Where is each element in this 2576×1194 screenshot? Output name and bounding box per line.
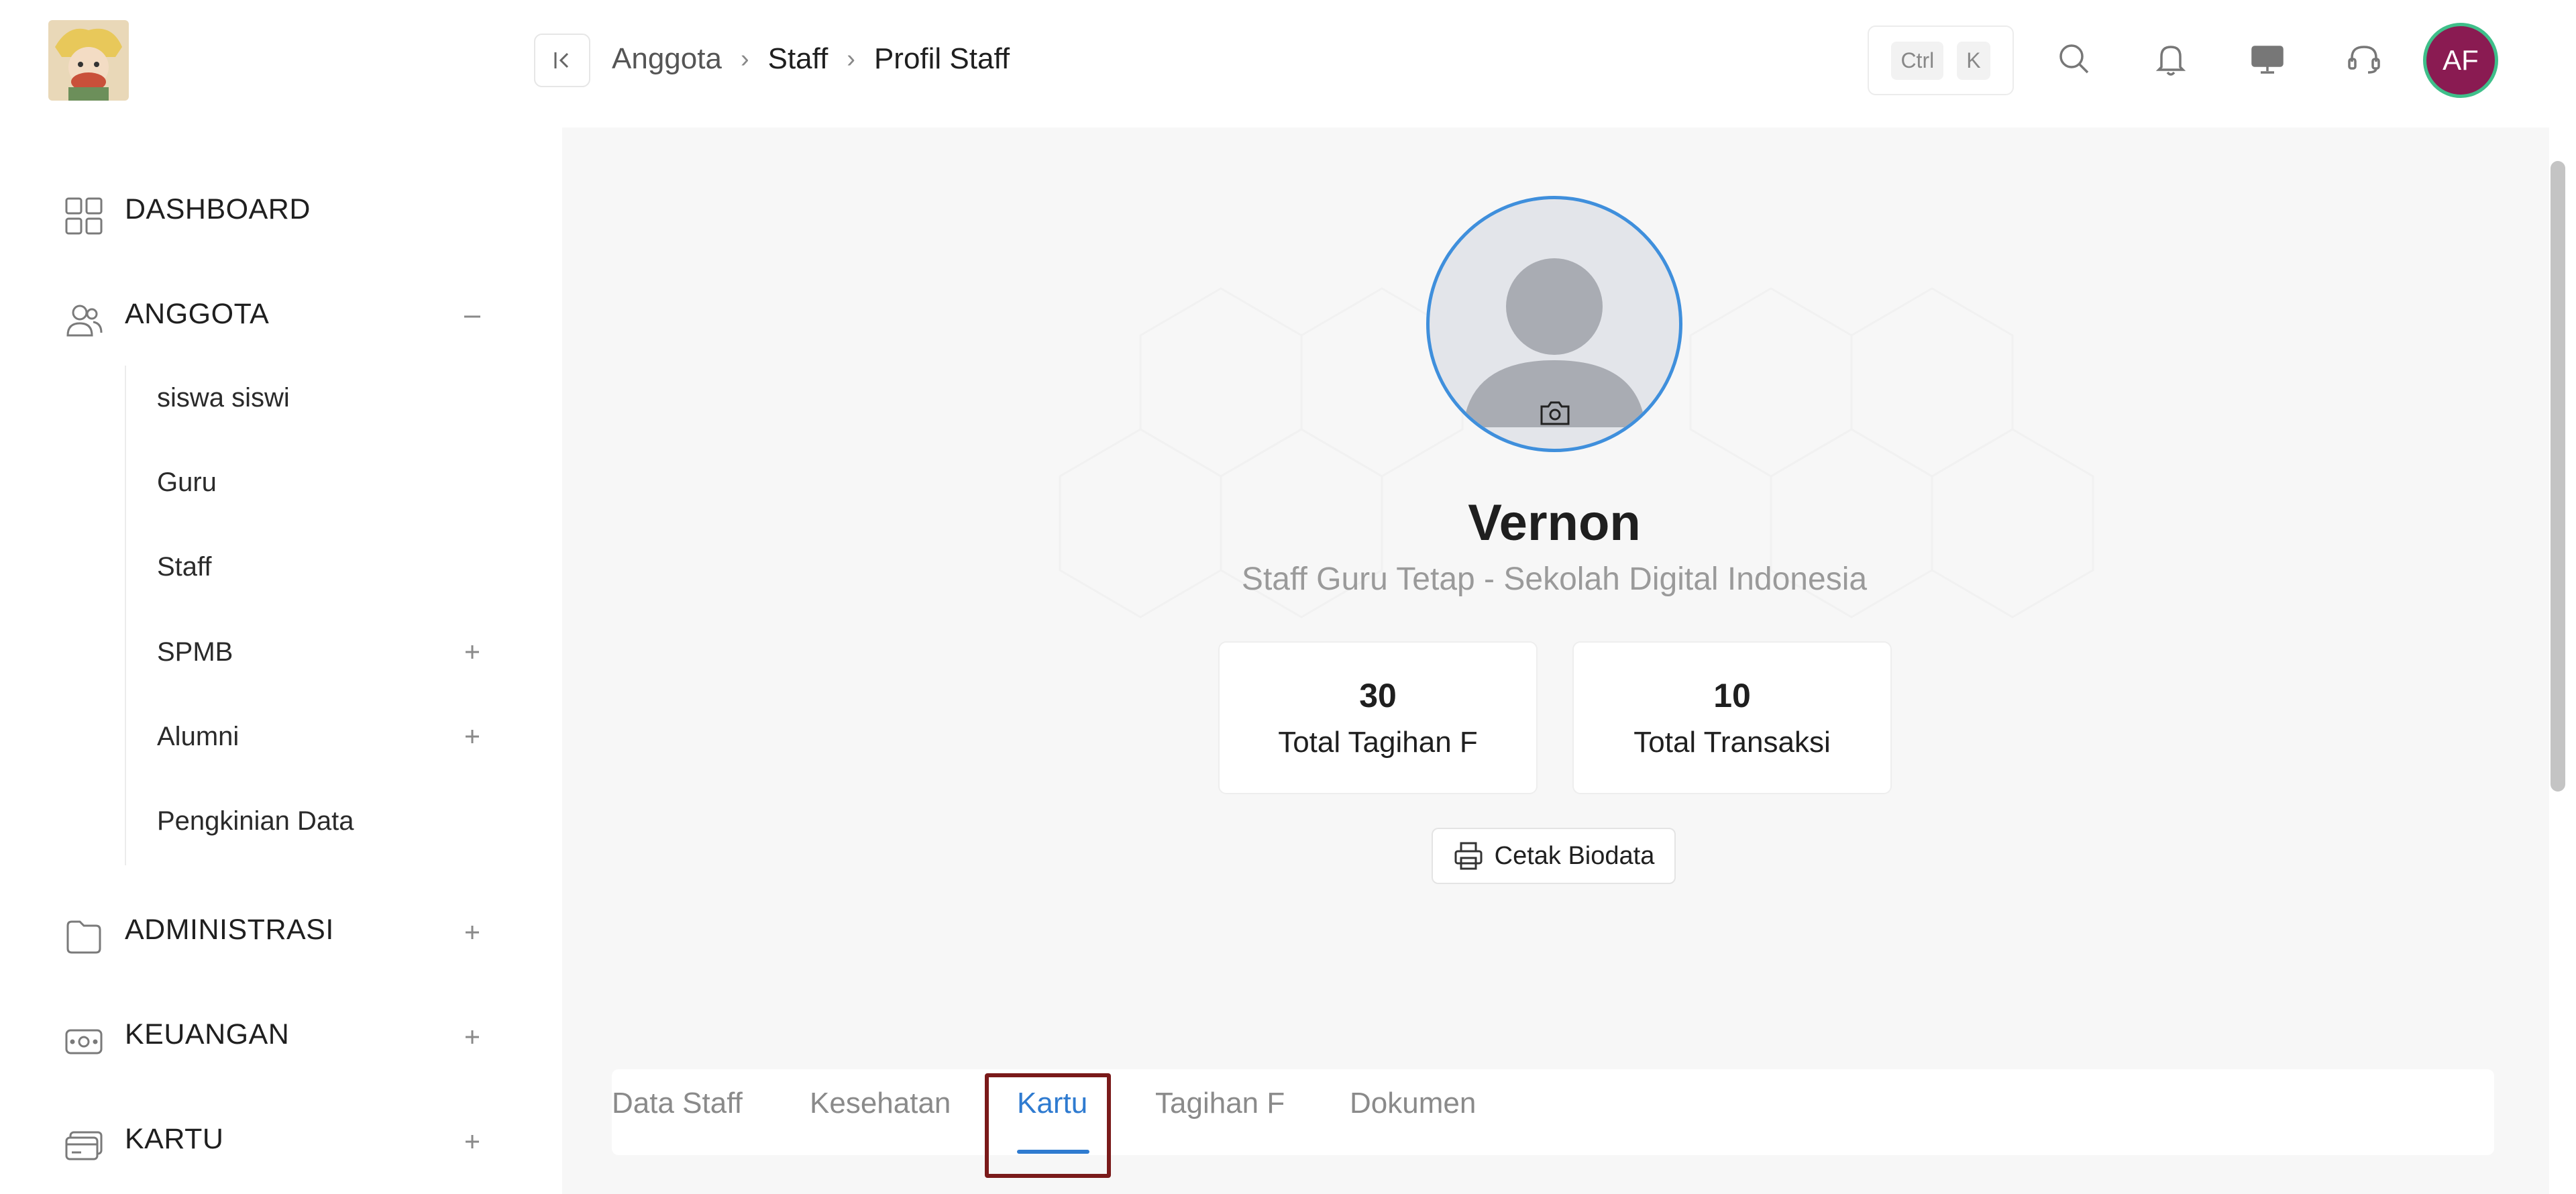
sidebar-subitem-siswa-siswi[interactable]: siswa siswi xyxy=(157,374,506,421)
kbd-ctrl: Ctrl xyxy=(1891,41,1944,80)
vertical-scrollbar[interactable] xyxy=(2551,161,2565,792)
sidebar-subitem-label: Pengkinian Data xyxy=(157,806,354,836)
sidebar-item-administrasi[interactable]: ADMINISTRASI xyxy=(0,903,562,957)
breadcrumb-staff[interactable]: Staff xyxy=(768,42,828,76)
breadcrumb-current: Profil Staff xyxy=(873,42,1010,75)
sidebar-subitem-alumni[interactable]: Alumni xyxy=(157,713,506,760)
bell-icon[interactable] xyxy=(2149,38,2192,80)
sidebar-subitem-label: Staff xyxy=(157,551,212,582)
sidebar-subitem-spmb[interactable]: SPMB xyxy=(157,629,506,675)
sidebar-item-label: KARTU xyxy=(125,1122,224,1155)
stat-label: Total Tagihan F xyxy=(1278,726,1478,759)
stat-label: Total Transaksi xyxy=(1633,726,1831,759)
highlight-box xyxy=(985,1073,1111,1178)
sidebar-item-label: DASHBOARD xyxy=(125,193,311,225)
money-icon xyxy=(64,1021,104,1061)
dashboard-grid-icon xyxy=(64,196,104,236)
stat-value: 10 xyxy=(1713,677,1751,714)
chevron-right-icon: › xyxy=(740,44,749,73)
camera-upload-icon[interactable] xyxy=(1538,398,1572,428)
avatar-initials: AF xyxy=(2443,44,2479,76)
profile-subtitle: Staff Guru Tetap - Sekolah Digital Indon… xyxy=(1241,561,1868,597)
sidebar-item-keuangan[interactable]: KEUANGAN xyxy=(0,1008,562,1061)
tab-data-staff[interactable]: Data Staff xyxy=(612,1087,743,1134)
stat-card-total-tagihan: 30 Total Tagihan F xyxy=(1218,641,1538,794)
collapse-minus-icon[interactable] xyxy=(456,301,488,333)
breadcrumb-anggota[interactable]: Anggota xyxy=(612,42,722,76)
sidebar: DASHBOARD ANGGOTA siswa siswi Guru Staff… xyxy=(0,0,562,1194)
sidebar-subitem-staff[interactable]: Staff xyxy=(157,543,506,590)
expand-plus-icon[interactable] xyxy=(456,720,488,753)
command-shortcut-button[interactable]: Ctrl K xyxy=(1868,25,2014,95)
sidebar-item-dashboard[interactable]: DASHBOARD xyxy=(0,182,562,236)
sidebar-item-kartu[interactable]: KARTU xyxy=(0,1112,562,1166)
sidebar-item-label: ANGGOTA xyxy=(125,297,270,330)
kbd-k: K xyxy=(1957,41,1990,80)
printer-icon xyxy=(1453,840,1484,871)
user-avatar[interactable]: AF xyxy=(2423,23,2498,98)
card-icon xyxy=(64,1126,104,1166)
headset-support-icon[interactable] xyxy=(2343,38,2385,80)
sidebar-subitem-pengkinian-data[interactable]: Pengkinian Data xyxy=(157,798,506,845)
expand-plus-icon[interactable] xyxy=(456,1021,488,1053)
search-icon[interactable] xyxy=(2053,38,2096,80)
folder-icon xyxy=(64,916,104,957)
sidebar-subitem-label: Guru xyxy=(157,467,217,497)
print-biodata-label: Cetak Biodata xyxy=(1494,841,1655,870)
users-icon xyxy=(64,301,104,341)
sidebar-subitem-label: Alumni xyxy=(157,721,239,751)
tab-dokumen[interactable]: Dokumen xyxy=(1350,1087,1476,1134)
expand-plus-icon[interactable] xyxy=(456,636,488,668)
print-biodata-button[interactable]: Cetak Biodata xyxy=(1432,828,1676,884)
monitor-icon[interactable] xyxy=(2246,38,2289,80)
sidebar-item-label: KEUANGAN xyxy=(125,1018,290,1050)
collapse-left-icon xyxy=(549,47,576,74)
sidebar-item-anggota[interactable]: ANGGOTA xyxy=(0,287,562,341)
sidebar-item-label: ADMINISTRASI xyxy=(125,913,334,946)
expand-plus-icon[interactable] xyxy=(456,916,488,948)
sidebar-subitem-label: siswa siswi xyxy=(157,382,290,413)
sidebar-collapse-button[interactable] xyxy=(534,34,590,87)
sidebar-subitem-guru[interactable]: Guru xyxy=(157,459,506,506)
app-logo[interactable] xyxy=(48,20,129,101)
sidebar-subitem-label: SPMB xyxy=(157,637,233,667)
chevron-right-icon: › xyxy=(847,44,855,73)
submenu-divider xyxy=(125,366,126,865)
expand-plus-icon[interactable] xyxy=(456,1126,488,1158)
tab-kesehatan[interactable]: Kesehatan xyxy=(810,1087,951,1134)
stat-value: 30 xyxy=(1359,677,1397,714)
tab-tagihan-f[interactable]: Tagihan F xyxy=(1155,1087,1285,1134)
breadcrumb: Anggota › Staff › Profil Staff xyxy=(612,39,1010,79)
stat-card-total-transaksi: 10 Total Transaksi xyxy=(1572,641,1892,794)
profile-name: Vernon xyxy=(1468,494,1641,551)
